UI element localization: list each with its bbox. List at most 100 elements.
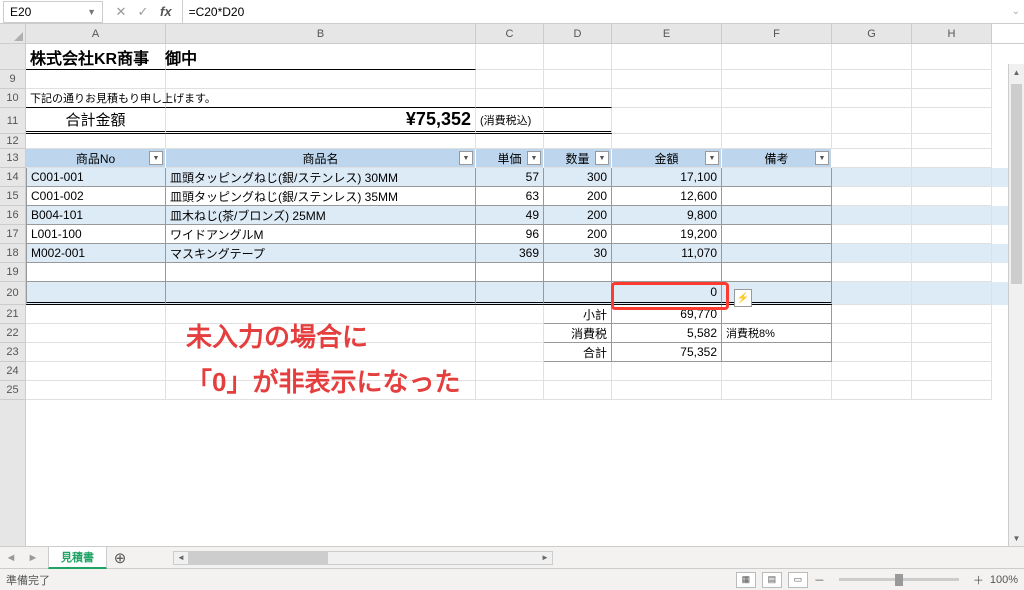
cell[interactable] bbox=[26, 362, 166, 381]
cell[interactable] bbox=[166, 70, 476, 89]
cell[interactable] bbox=[912, 44, 992, 70]
cell[interactable] bbox=[832, 282, 912, 305]
sheet-tab[interactable]: 見積書 bbox=[48, 546, 107, 569]
cell[interactable] bbox=[26, 343, 166, 362]
cell[interactable] bbox=[912, 305, 992, 324]
table-cell[interactable]: 17,100 bbox=[612, 168, 722, 187]
cell[interactable] bbox=[612, 362, 722, 381]
cell[interactable] bbox=[722, 70, 832, 89]
table-cell[interactable] bbox=[722, 244, 832, 263]
table-cell[interactable] bbox=[612, 263, 722, 282]
cell[interactable] bbox=[832, 206, 912, 225]
cell[interactable] bbox=[476, 324, 544, 343]
table-cell[interactable]: C001-001 bbox=[26, 168, 166, 187]
cell[interactable] bbox=[476, 44, 544, 70]
filter-icon[interactable]: ▼ bbox=[815, 151, 829, 165]
tab-nav-next-icon[interactable]: ► bbox=[22, 552, 44, 564]
row-header-23[interactable]: 23 bbox=[0, 343, 25, 362]
cell[interactable] bbox=[832, 263, 912, 282]
zoom-level[interactable]: 100% bbox=[990, 574, 1018, 586]
cell[interactable] bbox=[26, 70, 166, 89]
name-box[interactable]: E20 ▼ bbox=[3, 1, 103, 23]
table-cell[interactable]: 200 bbox=[544, 187, 612, 206]
cell[interactable] bbox=[832, 89, 912, 108]
fx-icon[interactable]: fx bbox=[154, 4, 178, 19]
table-cell[interactable]: 57 bbox=[476, 168, 544, 187]
th-amount[interactable]: 金額▼ bbox=[612, 149, 722, 168]
cell[interactable] bbox=[912, 263, 992, 282]
col-header-d[interactable]: D bbox=[544, 24, 612, 43]
table-cell[interactable]: ワイドアングルM bbox=[166, 225, 476, 244]
cell[interactable] bbox=[832, 381, 912, 400]
tab-nav-prev-icon[interactable]: ◄ bbox=[0, 552, 22, 564]
table-cell[interactable]: 11,070 bbox=[612, 244, 722, 263]
table-cell[interactable]: M002-001 bbox=[26, 244, 166, 263]
cell[interactable] bbox=[612, 89, 722, 108]
row-header-11[interactable]: 11 bbox=[0, 108, 25, 134]
table-cell[interactable] bbox=[26, 282, 166, 305]
cell[interactable] bbox=[722, 108, 832, 134]
scroll-left-icon[interactable]: ◄ bbox=[174, 552, 188, 564]
confirm-icon[interactable]: ✓ bbox=[132, 1, 154, 23]
table-cell[interactable] bbox=[722, 206, 832, 225]
total-amount[interactable]: ¥75,352 bbox=[166, 108, 476, 134]
table-cell[interactable]: 200 bbox=[544, 225, 612, 244]
cell[interactable] bbox=[832, 225, 912, 244]
cell[interactable] bbox=[166, 89, 476, 108]
table-cell[interactable]: 19,200 bbox=[612, 225, 722, 244]
zoom-out-icon[interactable]: － bbox=[814, 572, 825, 588]
cell[interactable] bbox=[166, 381, 476, 400]
table-cell[interactable] bbox=[476, 282, 544, 305]
row-header-22[interactable]: 22 bbox=[0, 324, 25, 343]
chevron-down-icon[interactable]: ▼ bbox=[87, 7, 96, 17]
table-cell[interactable]: 300 bbox=[544, 168, 612, 187]
filter-icon[interactable]: ▼ bbox=[149, 151, 163, 165]
memo-text[interactable]: 下記の通りお見積もり申し上げます。 bbox=[26, 89, 166, 108]
table-cell[interactable] bbox=[166, 263, 476, 282]
scroll-right-icon[interactable]: ► bbox=[538, 552, 552, 564]
row-header-17[interactable]: 17 bbox=[0, 225, 25, 244]
cell[interactable] bbox=[722, 362, 832, 381]
cell[interactable] bbox=[912, 324, 992, 343]
cell[interactable] bbox=[476, 381, 544, 400]
table-cell[interactable]: L001-100 bbox=[26, 225, 166, 244]
cell[interactable] bbox=[832, 244, 912, 263]
row-header-18[interactable]: 18 bbox=[0, 244, 25, 263]
cell[interactable] bbox=[166, 44, 476, 70]
table-cell[interactable]: 12,600 bbox=[612, 187, 722, 206]
th-product-name[interactable]: 商品名▼ bbox=[166, 149, 476, 168]
table-cell[interactable]: 皿木ねじ(茶/ブロンズ) 25MM bbox=[166, 206, 476, 225]
cell[interactable] bbox=[26, 305, 166, 324]
tax-included-note[interactable]: (消費税込) bbox=[476, 108, 544, 134]
cell[interactable] bbox=[832, 134, 912, 149]
cell[interactable] bbox=[722, 305, 832, 324]
row-header-9[interactable]: 9 bbox=[0, 70, 25, 89]
table-cell[interactable]: 皿頭タッピングねじ(銀/ステンレス) 30MM bbox=[166, 168, 476, 187]
table-cell[interactable]: 63 bbox=[476, 187, 544, 206]
company-title[interactable]: 株式会社KR商事 御中 bbox=[26, 44, 166, 70]
tax-value[interactable]: 5,582 bbox=[612, 324, 722, 343]
row-header-19[interactable]: 19 bbox=[0, 263, 25, 282]
vscroll-thumb[interactable] bbox=[1011, 84, 1022, 284]
table-cell[interactable]: マスキングテープ bbox=[166, 244, 476, 263]
th-note[interactable]: 備考▼ bbox=[722, 149, 832, 168]
row-header-25[interactable]: 25 bbox=[0, 381, 25, 400]
vertical-scrollbar[interactable]: ▲ ▼ bbox=[1008, 64, 1024, 546]
horizontal-scrollbar[interactable]: ◄ ► bbox=[173, 551, 553, 565]
table-cell[interactable] bbox=[166, 282, 476, 305]
cell[interactable] bbox=[832, 44, 912, 70]
cell[interactable] bbox=[544, 70, 612, 89]
cell[interactable] bbox=[166, 305, 476, 324]
cell[interactable] bbox=[832, 108, 912, 134]
table-cell[interactable]: 369 bbox=[476, 244, 544, 263]
col-header-f[interactable]: F bbox=[722, 24, 832, 43]
cell[interactable] bbox=[544, 44, 612, 70]
hscroll-thumb[interactable] bbox=[188, 552, 328, 564]
table-cell[interactable]: 96 bbox=[476, 225, 544, 244]
row-header-14[interactable]: 14 bbox=[0, 168, 25, 187]
cell[interactable] bbox=[612, 108, 722, 134]
total-label[interactable]: 合計金額 bbox=[26, 108, 166, 134]
quick-analysis-icon[interactable]: ⚡ bbox=[734, 289, 752, 307]
cell[interactable] bbox=[476, 362, 544, 381]
cell[interactable] bbox=[912, 168, 992, 187]
